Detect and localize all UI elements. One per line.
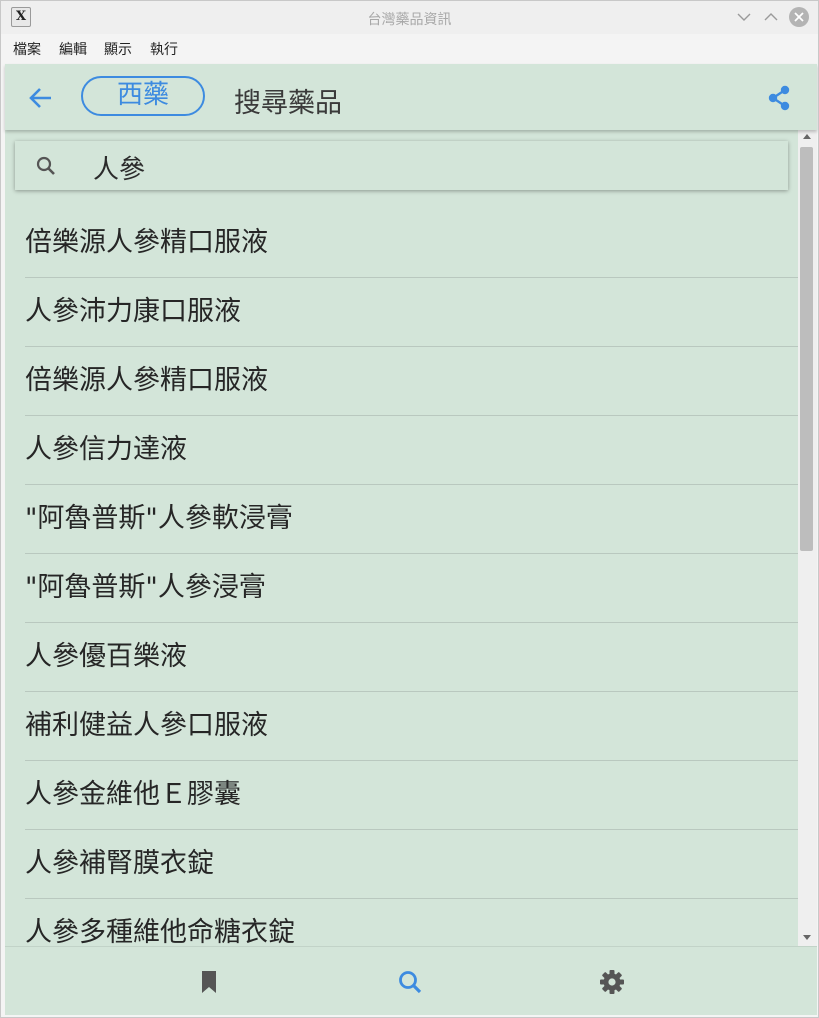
search-icon [36, 156, 55, 175]
title-bar: X 台灣藥品資訊 [1, 1, 818, 34]
close-icon[interactable] [789, 7, 809, 27]
scroll-down-arrow-icon[interactable] [803, 935, 811, 940]
bookmark-icon[interactable] [194, 967, 224, 997]
list-item[interactable]: 人參多種維他命糖衣錠 [5, 899, 798, 946]
menu-file[interactable]: 檔案 [13, 39, 41, 59]
list-item[interactable]: 人參金維他Ｅ膠囊 [5, 761, 798, 830]
list-item-label: 人參金維他Ｅ膠囊 [25, 779, 241, 810]
list-item-label: "阿魯普斯"人參浸膏 [25, 572, 266, 603]
search-icon[interactable] [395, 967, 425, 997]
bottom-navigation [5, 946, 817, 1015]
app-header: 西藥 搜尋藥品 [5, 64, 817, 130]
settings-icon[interactable] [597, 967, 627, 997]
share-icon[interactable] [765, 84, 793, 112]
result-list: 倍樂源人參精口服液 人參沛力康口服液 倍樂源人參精口服液 人參信力達液 "阿魯普… [5, 209, 798, 946]
list-item-label: 人參多種維他命糖衣錠 [25, 917, 295, 946]
list-item[interactable]: "阿魯普斯"人參浸膏 [5, 554, 798, 623]
list-item-label: 補利健益人參口服液 [25, 710, 268, 741]
page-title: 搜尋藥品 [234, 88, 342, 119]
maximize-icon[interactable] [761, 7, 781, 27]
results-panel: 人參 倍樂源人參精口服液 人參沛力康口服液 倍樂源人參精口服液 人參信力達液 "… [5, 130, 798, 946]
list-item-label: 倍樂源人參精口服液 [25, 365, 268, 396]
list-item-label: "阿魯普斯"人參軟浸膏 [25, 503, 293, 534]
list-item[interactable]: 人參信力達液 [5, 416, 798, 485]
arrow-left-icon[interactable] [27, 84, 55, 112]
app-window: X 台灣藥品資訊 檔案 編輯 顯示 執行 西藥 搜尋藥品 人參 倍樂源人參精口服… [0, 0, 819, 1018]
list-item[interactable]: 人參補腎膜衣錠 [5, 830, 798, 899]
list-item-label: 倍樂源人參精口服液 [25, 227, 268, 258]
category-chip[interactable]: 西藥 [81, 76, 205, 116]
list-item[interactable]: 補利健益人參口服液 [5, 692, 798, 761]
menu-edit[interactable]: 編輯 [59, 39, 87, 59]
list-item[interactable]: "阿魯普斯"人參軟浸膏 [5, 485, 798, 554]
list-item-label: 人參優百樂液 [25, 641, 187, 672]
search-input[interactable]: 人參 [93, 149, 145, 186]
list-item-label: 人參補腎膜衣錠 [25, 848, 214, 879]
menu-bar: 檔案 編輯 顯示 執行 [1, 34, 818, 64]
minimize-icon[interactable] [734, 7, 754, 27]
menu-view[interactable]: 顯示 [104, 39, 132, 59]
window-title: 台灣藥品資訊 [367, 12, 452, 28]
scroll-thumb[interactable] [800, 147, 813, 551]
scroll-up-arrow-icon[interactable] [803, 134, 811, 139]
list-item-label: 人參沛力康口服液 [25, 296, 241, 327]
list-item[interactable]: 倍樂源人參精口服液 [5, 347, 798, 416]
list-item[interactable]: 人參優百樂液 [5, 623, 798, 692]
list-item[interactable]: 人參沛力康口服液 [5, 278, 798, 347]
menu-run[interactable]: 執行 [150, 39, 178, 59]
scrollbar[interactable] [798, 130, 817, 946]
list-item[interactable]: 倍樂源人參精口服液 [5, 209, 798, 278]
search-field[interactable]: 人參 [15, 141, 788, 190]
list-item-label: 人參信力達液 [25, 434, 187, 465]
